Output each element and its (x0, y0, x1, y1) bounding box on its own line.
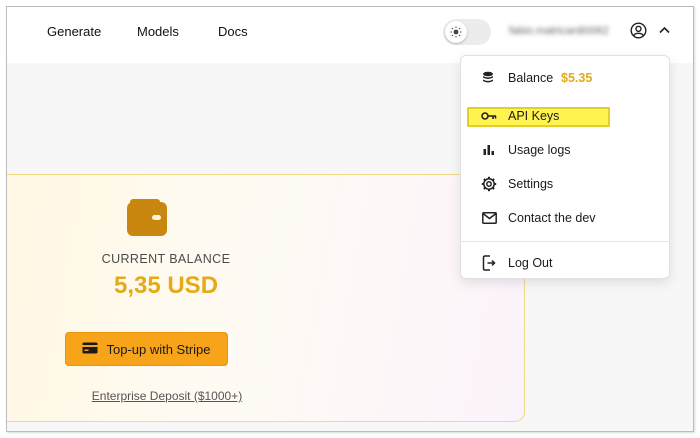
menu-item-balance[interactable]: Balance $5.35 (461, 65, 669, 91)
key-icon (481, 108, 497, 124)
enterprise-deposit-link[interactable]: Enterprise Deposit ($1000+) (42, 389, 292, 403)
menu-item-logout[interactable]: Log Out (461, 250, 669, 276)
mail-icon (481, 210, 497, 226)
menu-item-api-keys[interactable]: API Keys (461, 103, 669, 129)
username[interactable]: fabio.matricardi0062 (509, 25, 609, 37)
coins-icon (481, 70, 497, 86)
user-circle-icon[interactable] (630, 22, 647, 44)
credit-card-icon (82, 342, 98, 357)
settings-label: Settings (508, 177, 554, 191)
nav-docs[interactable]: Docs (218, 24, 248, 39)
user-dropdown-menu: Balance $5.35 API Keys Usage logs Settin… (460, 55, 670, 279)
gear-icon (481, 176, 497, 192)
topup-stripe-button[interactable]: Top-up with Stripe (65, 332, 228, 366)
wallet-icon (126, 199, 168, 242)
logout-icon (481, 255, 497, 271)
menu-item-settings[interactable]: Settings (461, 171, 669, 197)
topup-button-label: Top-up with Stripe (106, 341, 211, 357)
nav-generate[interactable]: Generate (47, 24, 101, 39)
balance-label: Balance (508, 71, 554, 85)
usage-logs-label: Usage logs (508, 143, 571, 157)
app-window: Generate Models Docs fabio.matricardi006… (6, 6, 694, 432)
menu-item-usage-logs[interactable]: Usage logs (461, 137, 669, 163)
balance-card: CURRENT BALANCE 5,35 USD Top-up with Str… (7, 174, 525, 422)
theme-toggle[interactable] (443, 19, 491, 45)
menu-item-contact[interactable]: Contact the dev (461, 205, 669, 231)
nav-models[interactable]: Models (137, 24, 179, 39)
logout-label: Log Out (508, 256, 553, 270)
contact-label: Contact the dev (508, 211, 596, 225)
menu-divider (461, 241, 669, 242)
sun-icon (445, 21, 467, 43)
chevron-up-icon[interactable] (658, 24, 671, 42)
api-keys-label: API Keys (508, 109, 560, 123)
balance-amount: 5,35 USD (113, 272, 219, 299)
current-balance-label: CURRENT BALANCE (101, 252, 231, 266)
bar-chart-icon (481, 142, 497, 158)
balance-value: $5.35 (561, 71, 593, 85)
